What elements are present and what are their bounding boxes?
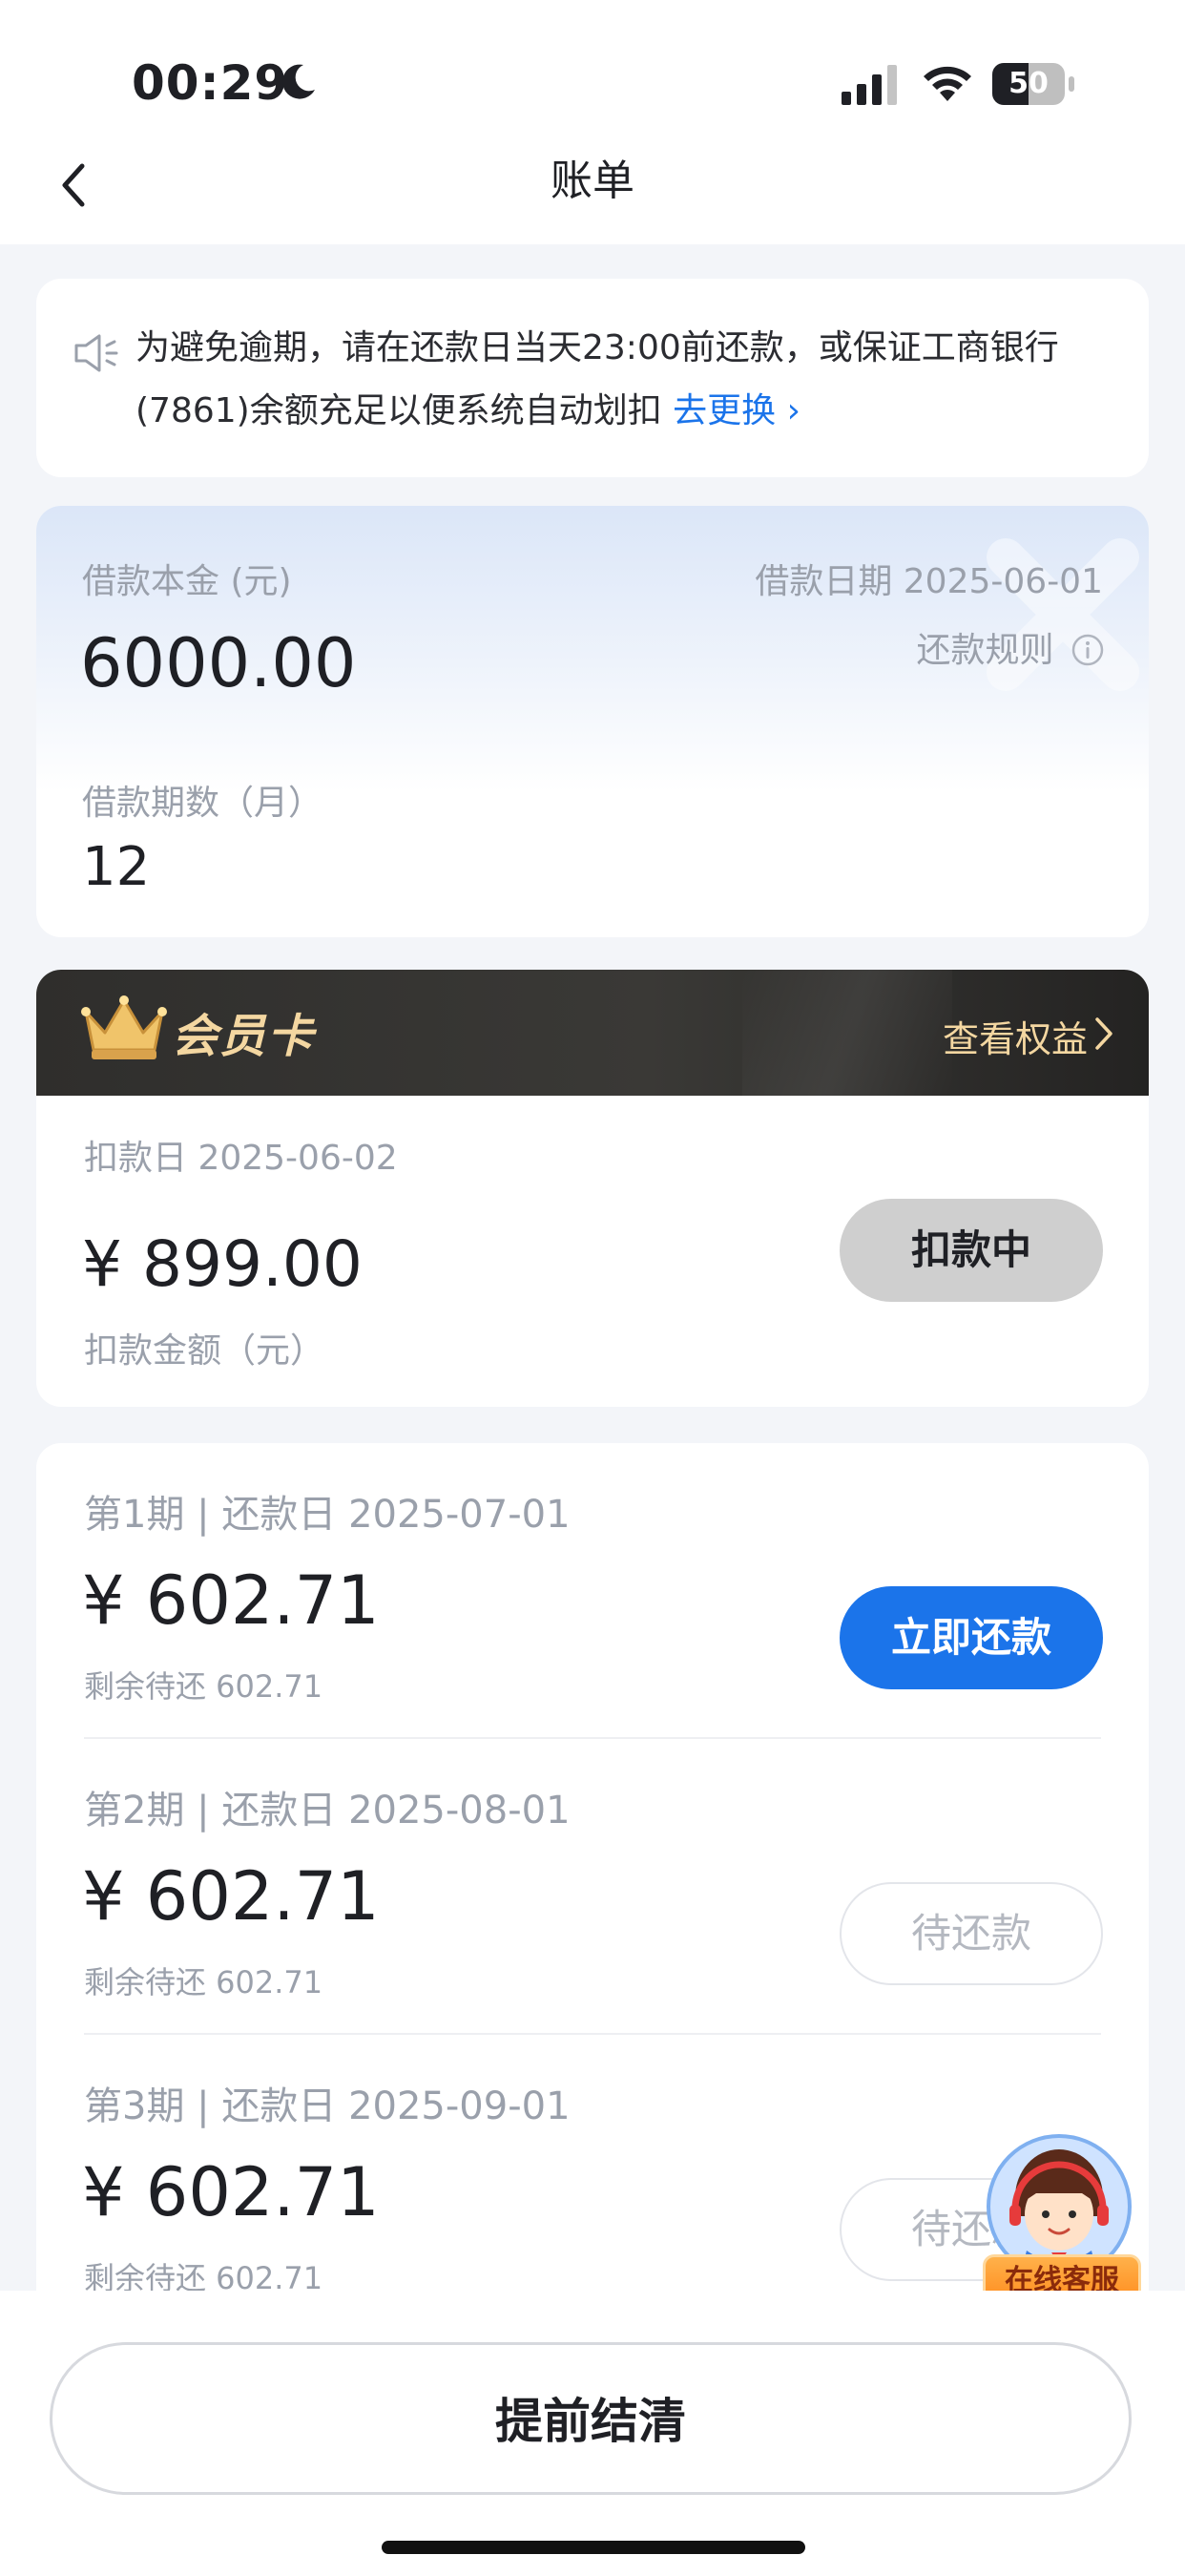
installment-row: 第2期 | 还款日 2025-08-01 ¥ 602.71 剩余待还 602.7… xyxy=(36,1739,1149,2035)
member-card-header[interactable]: 会员卡 查看权益 xyxy=(36,970,1149,1096)
page-title: 账单 xyxy=(551,157,634,205)
speaker-icon xyxy=(74,334,118,372)
watermark-graphic xyxy=(987,538,1139,691)
installment-amount: ¥ 602.71 xyxy=(82,1561,380,1640)
deduction-amount-label: 扣款金额（元） xyxy=(84,1331,325,1371)
pending-repayment-button[interactable]: 待还款 xyxy=(840,1882,1103,1985)
status-time: 00:29 xyxy=(132,55,289,111)
deduction-date: 扣款日 2025-06-02 xyxy=(84,1139,398,1178)
installment-title: 第3期 | 还款日 2025-09-01 xyxy=(84,2084,571,2128)
loan-date: 借款日期 2025-06-01 xyxy=(755,562,1103,601)
member-card: 会员卡 查看权益 扣款日 2025-06-02 ¥ 899.00 扣款金额（元）… xyxy=(36,970,1149,1407)
home-indicator xyxy=(382,2541,805,2554)
term-label: 借款期数（月） xyxy=(82,784,323,823)
signal-icon xyxy=(842,65,897,105)
notice-card: 为避免逾期，请在还款日当天23:00前还款，或保证工商银行(7861)余额充足以… xyxy=(36,279,1149,477)
battery-icon: 50 xyxy=(992,63,1074,105)
installment-title: 第2期 | 还款日 2025-08-01 xyxy=(84,1789,571,1833)
battery-level: 50 xyxy=(1008,67,1049,100)
deduction-amount: ¥ 899.00 xyxy=(82,1227,363,1301)
principal-amount: 6000.00 xyxy=(80,624,357,702)
deducting-status-button[interactable]: 扣款中 xyxy=(840,1199,1103,1302)
term-value: 12 xyxy=(82,836,151,898)
member-card-title: 会员卡 xyxy=(172,1010,316,1063)
change-account-link[interactable]: 去更换 › xyxy=(673,391,800,430)
notice-text: 为避免逾期，请在还款日当天23:00前还款，或保证工商银行(7861)余额充足以… xyxy=(135,317,1118,443)
installment-amount: ¥ 602.71 xyxy=(82,1857,380,1936)
principal-label: 借款本金 (元) xyxy=(82,562,292,601)
loan-card: 借款本金 (元) 6000.00 借款日期 2025-06-01 还款规则 借款… xyxy=(36,506,1149,937)
repayment-rules-link[interactable]: 还款规则 xyxy=(917,622,1105,672)
repayment-rules-label: 还款规则 xyxy=(916,631,1054,670)
repay-now-button[interactable]: 立即还款 xyxy=(840,1586,1103,1689)
installment-title: 第1期 | 还款日 2025-07-01 xyxy=(84,1493,571,1537)
installment-row: 第1期 | 还款日 2025-07-01 ¥ 602.71 剩余待还 602.7… xyxy=(36,1443,1149,1739)
installment-amount: ¥ 602.71 xyxy=(82,2153,380,2231)
chevron-right-icon xyxy=(1095,1017,1112,1050)
early-settlement-button[interactable]: 提前结清 xyxy=(50,2342,1132,2495)
info-icon xyxy=(1071,634,1104,666)
status-bar: 00:29 50 xyxy=(0,0,1185,143)
view-benefits-link[interactable]: 查看权益 xyxy=(943,1010,1088,1062)
notice-message: 为避免逾期，请在还款日当天23:00前还款，或保证工商银行(7861)余额充足以… xyxy=(135,328,1059,430)
moon-icon xyxy=(282,64,315,99)
installment-remaining: 剩余待还 602.71 xyxy=(84,1668,323,1705)
crown-icon xyxy=(81,995,167,1059)
wifi-icon xyxy=(924,66,971,101)
installment-remaining: 剩余待还 602.71 xyxy=(84,1964,323,2000)
